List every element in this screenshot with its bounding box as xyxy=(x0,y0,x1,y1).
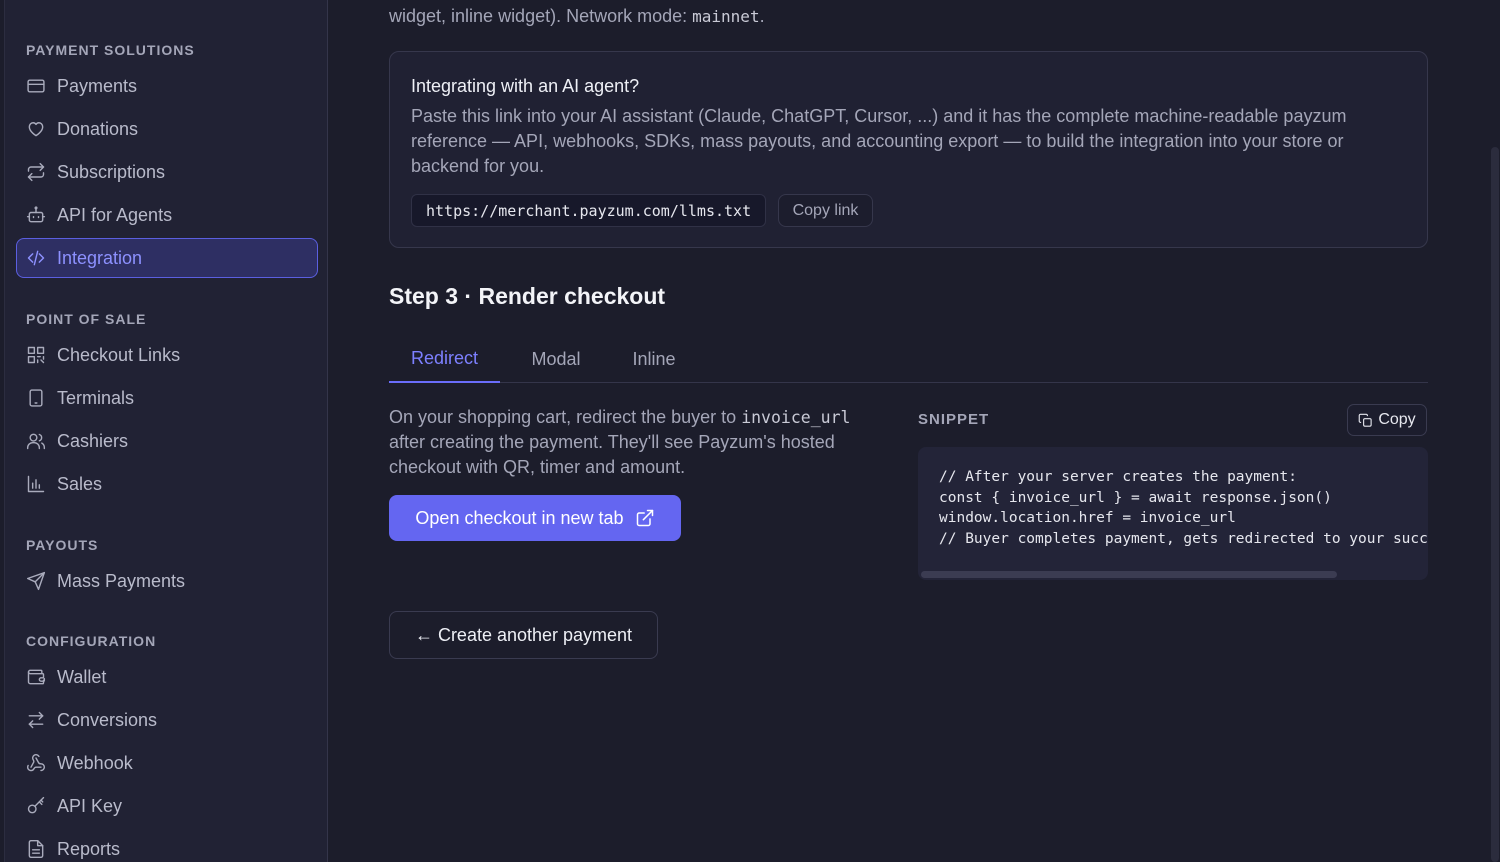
tab-modal[interactable]: Modal xyxy=(512,335,600,383)
tablet-icon xyxy=(26,388,46,408)
sidebar-item-label: Webhook xyxy=(57,752,133,773)
sidebar-item-reports[interactable]: Reports xyxy=(16,829,318,862)
users-icon xyxy=(26,431,46,451)
sidebar-item-label: Sales xyxy=(57,473,103,494)
code-snippet[interactable]: // After your server creates the payment… xyxy=(918,447,1428,580)
main-content: widget, inline widget). Network mode: ma… xyxy=(389,0,1428,862)
step-title: Step 3 · Render checkout xyxy=(389,283,666,309)
sidebar-item-label: Payments xyxy=(57,75,138,96)
section-title-payouts: PAYOUTS xyxy=(26,537,99,553)
wallet-icon xyxy=(26,667,46,687)
sidebar-item-label: Checkout Links xyxy=(57,344,181,365)
sidebar-item-checkout-links[interactable]: Checkout Links xyxy=(16,335,318,375)
heart-icon xyxy=(26,119,46,139)
sidebar-item-terminals[interactable]: Terminals xyxy=(16,378,318,418)
sidebar-item-label: Conversions xyxy=(57,709,158,730)
bar-chart-icon xyxy=(26,474,46,494)
sidebar-item-donations[interactable]: Donations xyxy=(16,109,318,149)
sidebar-item-sales[interactable]: Sales xyxy=(16,464,318,504)
section-title-payment-solutions: PAYMENT SOLUTIONS xyxy=(26,42,195,58)
copy-icon xyxy=(1359,413,1372,427)
llms-url[interactable]: https://merchant.payzum.com/llms.txt xyxy=(411,194,767,227)
ai-card-title: Integrating with an AI agent? xyxy=(411,76,640,96)
arrows-swap-icon xyxy=(26,710,46,730)
create-another-payment-button[interactable]: ← Create another payment xyxy=(389,611,658,659)
sidebar-item-label: Wallet xyxy=(57,666,107,687)
ai-agent-card: Integrating with an AI agent? Paste this… xyxy=(389,51,1428,248)
copy-snippet-button[interactable]: Copy xyxy=(1347,404,1427,436)
code-scrollbar[interactable] xyxy=(921,571,1337,578)
page-scrollbar[interactable] xyxy=(1491,147,1499,862)
repeat-icon xyxy=(26,162,46,182)
sidebar-item-label: API for Agents xyxy=(57,204,173,225)
ai-card-description: Paste this link into your AI assistant (… xyxy=(411,106,1347,176)
sidebar-item-label: API Key xyxy=(57,795,123,816)
sidebar-item-subscriptions[interactable]: Subscriptions xyxy=(16,152,318,192)
sidebar-item-wallet[interactable]: Wallet xyxy=(16,657,318,697)
sidebar-item-label: Integration xyxy=(57,247,143,268)
webhook-icon xyxy=(26,753,46,773)
snippet-label: SNIPPET xyxy=(918,411,990,428)
redirect-description: On your shopping cart, redirect the buye… xyxy=(389,407,851,477)
sidebar-item-label: Terminals xyxy=(57,387,135,408)
key-icon xyxy=(26,796,46,816)
sidebar-item-label: Subscriptions xyxy=(57,161,166,182)
sidebar-item-label: Cashiers xyxy=(57,430,129,451)
sidebar-item-label: Reports xyxy=(57,838,121,859)
card-icon xyxy=(26,76,46,96)
sidebar-item-label: Mass Payments xyxy=(57,570,186,591)
sidebar: PAYMENT SOLUTIONS Payments Donations Sub… xyxy=(4,0,328,862)
external-link-icon xyxy=(636,509,653,527)
sidebar-item-payments[interactable]: Payments xyxy=(16,66,318,106)
section-title-point-of-sale: POINT OF SALE xyxy=(26,311,147,327)
copy-link-button[interactable]: Copy link xyxy=(778,194,873,227)
send-icon xyxy=(26,571,46,591)
sidebar-item-label: Donations xyxy=(57,118,139,139)
code-text: // After your server creates the payment… xyxy=(939,469,1428,547)
sidebar-item-webhook[interactable]: Webhook xyxy=(16,743,318,783)
sidebar-item-api-key[interactable]: API Key xyxy=(16,786,318,826)
checkout-tabs: Redirect Modal Inline xyxy=(389,335,1428,383)
network-mode: mainnet xyxy=(692,7,760,26)
code-icon xyxy=(26,248,46,268)
tab-redirect[interactable]: Redirect xyxy=(389,335,500,383)
qr-code-icon xyxy=(26,345,46,365)
sidebar-item-integration[interactable]: Integration xyxy=(16,238,318,278)
open-checkout-button[interactable]: Open checkout in new tab xyxy=(389,495,681,541)
section-title-configuration: CONFIGURATION xyxy=(26,633,157,649)
tab-inline[interactable]: Inline xyxy=(614,335,694,383)
sidebar-item-cashiers[interactable]: Cashiers xyxy=(16,421,318,461)
report-icon xyxy=(26,839,46,859)
robot-icon xyxy=(26,205,46,225)
sidebar-item-conversions[interactable]: Conversions xyxy=(16,700,318,740)
sidebar-item-mass-payments[interactable]: Mass Payments xyxy=(16,561,318,601)
intro-text: widget, inline widget). Network mode: ma… xyxy=(389,6,765,26)
sidebar-item-api-for-agents[interactable]: API for Agents xyxy=(16,195,318,235)
